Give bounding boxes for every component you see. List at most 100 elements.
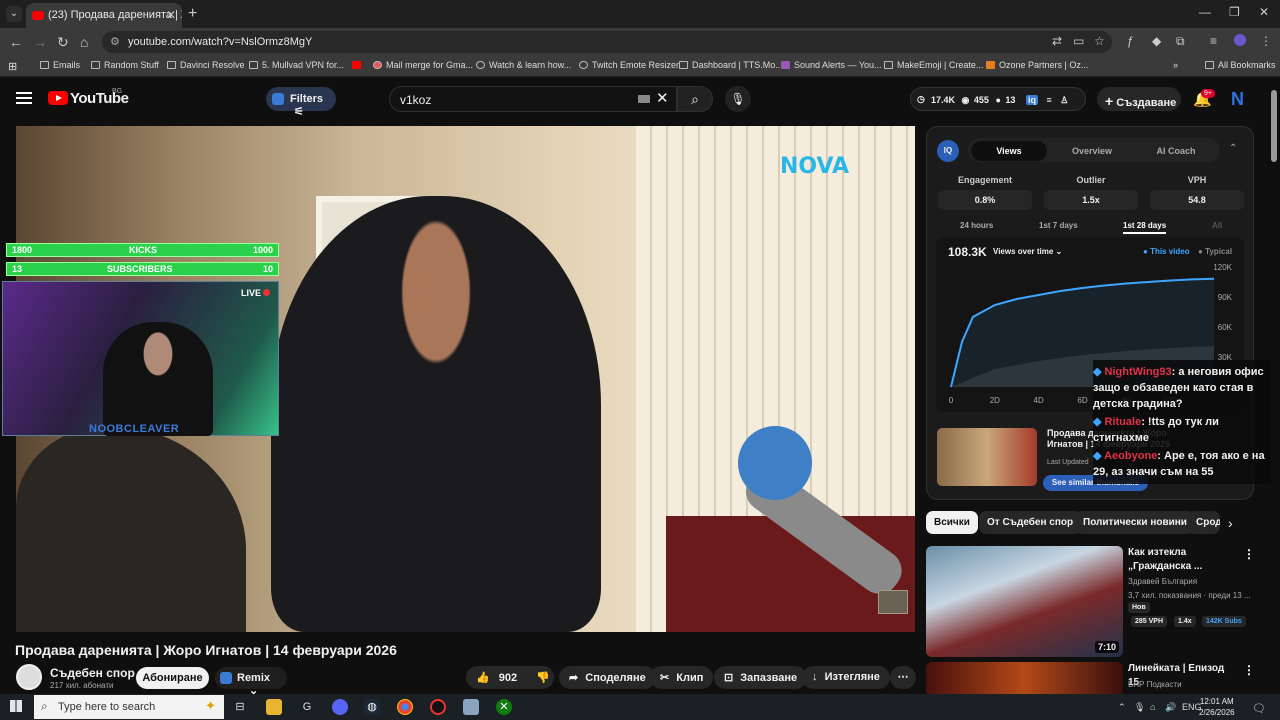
save-button[interactable]: ⊡ Запазване xyxy=(714,666,808,689)
bookmark-star-icon[interactable]: ☆ xyxy=(1094,34,1105,48)
browser-menu-icon[interactable]: ⋮ xyxy=(1260,34,1272,48)
remix-button[interactable]: Remix ⌄ xyxy=(215,667,287,697)
close-tab-icon[interactable]: ✕ xyxy=(166,8,176,22)
discord-icon[interactable] xyxy=(332,699,348,715)
tab-ai-coach[interactable]: AI Coach xyxy=(1138,141,1214,161)
windows-start-icon[interactable] xyxy=(10,700,22,712)
taskbar-clock[interactable]: 12:01 AM 2/26/2026 xyxy=(1199,696,1235,718)
collapse-icon[interactable]: ⌃ xyxy=(1229,143,1237,154)
related-thumbnail[interactable] xyxy=(937,428,1037,486)
new-tab-button[interactable]: + xyxy=(188,5,197,23)
account-avatar[interactable]: N xyxy=(1231,89,1244,110)
apps-grid-icon[interactable]: ⊞ xyxy=(8,60,17,73)
address-bar[interactable]: ⚙ youtube.com/watch?v=NslOrmz8MgY xyxy=(102,31,1112,53)
bookmark-link[interactable]: Watch & learn how... xyxy=(476,60,571,70)
bookmark-link[interactable]: Sound Alerts — You... xyxy=(781,60,882,70)
scene-foreground-person xyxy=(16,426,246,632)
back-icon[interactable]: ← xyxy=(9,34,23,50)
like-count[interactable]: 902 xyxy=(499,672,517,684)
tray-overflow-icon[interactable]: ⌃ xyxy=(1118,702,1126,713)
bookmark-youtube[interactable] xyxy=(352,60,365,70)
clip-button[interactable]: ✂ Клип xyxy=(650,666,714,689)
browser-tab-active[interactable]: (23) Продава даренията | Жор ✕ xyxy=(26,3,182,28)
chip-related[interactable]: Сродни xyxy=(1188,511,1220,534)
keyboard-icon[interactable] xyxy=(638,95,650,103)
tab-views[interactable]: Views xyxy=(971,141,1047,161)
range-all[interactable]: All xyxy=(1212,221,1222,230)
dislike-icon[interactable]: 👎 xyxy=(536,672,550,684)
range-24h[interactable]: 24 hours xyxy=(960,221,993,230)
chip-political-news[interactable]: Политически новини xyxy=(1075,511,1195,534)
chrome-icon[interactable] xyxy=(397,699,413,715)
bookmark-link[interactable]: Mail merge for Gma... xyxy=(373,60,473,70)
range-7d[interactable]: 1st 7 days xyxy=(1039,221,1078,230)
bookmark-link[interactable]: MakeEmoji | Create... xyxy=(884,60,983,70)
rec-channel[interactable]: БНР Подкасти xyxy=(1128,678,1182,692)
steam-icon[interactable]: ◍ xyxy=(364,699,380,715)
tab-overview[interactable]: Overview xyxy=(1054,141,1130,161)
reload-icon[interactable]: ↻ xyxy=(57,34,69,51)
volume-icon[interactable]: 🔊 xyxy=(1165,702,1176,713)
extensions-puzzle-icon[interactable]: ⧉ xyxy=(1176,34,1185,49)
create-button[interactable]: + Създаване xyxy=(1097,87,1181,111)
translate-icon[interactable]: ⇄ xyxy=(1052,34,1062,48)
like-icon[interactable]: 👍 xyxy=(476,672,490,684)
extension-icon[interactable]: ◆ xyxy=(1152,34,1161,48)
chip-all[interactable]: Всички xyxy=(926,511,978,534)
youtube-logo-icon[interactable] xyxy=(48,91,68,105)
task-view-icon[interactable]: ⊟ xyxy=(232,699,248,715)
profile-avatar[interactable] xyxy=(1234,34,1246,46)
chip-from-channel[interactable]: От Съдебен спор xyxy=(979,511,1082,534)
clear-search-icon[interactable]: ✕ xyxy=(656,89,669,107)
subscribe-button[interactable]: Абониране xyxy=(136,667,209,689)
search-button[interactable]: ⌕ xyxy=(677,86,713,112)
menu-icon[interactable] xyxy=(16,92,32,104)
rec-channel[interactable]: Здравей България xyxy=(1128,575,1251,589)
rec-title[interactable]: Как изтекла „Гражданска ... xyxy=(1128,546,1238,574)
bookmark-folder[interactable]: Random Stuff xyxy=(91,60,159,70)
notifications-icon[interactable]: 🗨 xyxy=(1252,702,1266,715)
mic-tray-icon[interactable]: 🎙 xyxy=(1134,702,1145,713)
channel-stats-widget[interactable]: ◷ 17.4K ◉ 455 ● 13 iq ≡ ♙ xyxy=(910,87,1086,111)
filters-button[interactable]: Filters ⚟ xyxy=(266,87,336,118)
bookmark-link[interactable]: Twitch Emote Resizer xyxy=(579,60,679,70)
network-icon[interactable]: ⌂ xyxy=(1150,702,1155,712)
share-button[interactable]: ➦ Споделяне xyxy=(559,666,656,689)
bookmarks-overflow-icon[interactable]: » xyxy=(1173,60,1178,70)
all-bookmarks[interactable]: All Bookmarks xyxy=(1205,60,1276,70)
file-explorer-icon[interactable] xyxy=(266,699,282,715)
channel-name[interactable]: Съдебен спор xyxy=(50,666,135,680)
tab-search-icon[interactable]: ⌄ xyxy=(6,6,22,22)
cast-icon[interactable]: ▭ xyxy=(1073,34,1084,48)
more-actions-button[interactable]: ⋯ xyxy=(890,666,916,689)
rec-menu-icon[interactable]: ⋮ xyxy=(1243,663,1255,677)
bookmark-link[interactable]: Dashboard | TTS.Mo... xyxy=(679,60,783,70)
rec-thumbnail[interactable] xyxy=(926,662,1123,694)
bookmark-folder[interactable]: Davinci Resolve xyxy=(167,60,245,70)
download-button[interactable]: ↓ Изтегляне xyxy=(802,666,890,689)
reading-list-icon[interactable]: ≡ xyxy=(1210,34,1217,48)
range-28d[interactable]: 1st 28 days xyxy=(1123,221,1167,234)
page-scrollbar[interactable] xyxy=(1271,90,1277,162)
bookmark-folder[interactable]: 5. Mullvad VPN for... xyxy=(249,60,344,70)
rec-thumbnail[interactable]: 7:10 xyxy=(926,546,1123,657)
app-icon[interactable] xyxy=(463,699,479,715)
taskbar-search[interactable]: ⌕ Type here to search ✦ xyxy=(34,695,224,719)
minimize-icon[interactable]: — xyxy=(1199,5,1211,19)
obs-icon[interactable] xyxy=(430,699,446,715)
voice-search-button[interactable]: 🎙 xyxy=(725,86,751,112)
app-icon[interactable]: G xyxy=(299,699,315,715)
chevron-right-icon[interactable]: › xyxy=(1228,515,1233,531)
extension-icon[interactable]: ƒ xyxy=(1127,34,1134,48)
search-input[interactable]: v1koz xyxy=(389,86,677,112)
site-info-icon[interactable]: ⚙ xyxy=(110,35,120,48)
home-icon[interactable]: ⌂ xyxy=(80,34,88,50)
restore-icon[interactable]: ❐ xyxy=(1229,5,1240,19)
channel-avatar[interactable] xyxy=(16,664,42,690)
bookmark-folder[interactable]: Emails xyxy=(40,60,80,70)
rec-menu-icon[interactable]: ⋮ xyxy=(1243,547,1255,561)
forward-icon[interactable]: → xyxy=(33,34,47,50)
xbox-icon[interactable]: ✕ xyxy=(496,699,512,715)
bookmark-link[interactable]: Ozone Partners | Oz... xyxy=(986,60,1088,70)
close-window-icon[interactable]: ✕ xyxy=(1259,5,1269,19)
